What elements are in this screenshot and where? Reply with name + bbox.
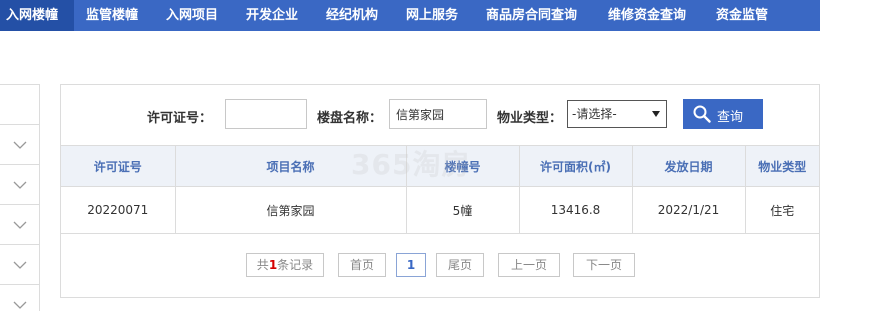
project-label: 楼盘名称： <box>317 111 383 126</box>
current-page[interactable]: 1 <box>396 253 426 277</box>
nav-item-fund-supervision[interactable]: 资金监管 <box>716 0 768 31</box>
pagination: 共1条记录 首页 1 尾页 上一页 下一页 <box>61 253 819 277</box>
nav-item-agencies[interactable]: 经纪机构 <box>326 0 378 31</box>
column-header: 楼幢号 <box>405 145 520 187</box>
results-panel: 许可证号： 楼盘名称： 物业类型： -请选择- 查询 许可证号 项目名称 楼幢号 <box>60 84 820 298</box>
total-count: 1 <box>268 258 278 272</box>
cell-issue-date: 2022/1/21 <box>631 186 746 234</box>
total-prefix: 共 <box>256 258 269 272</box>
chevron-down-icon <box>13 141 27 149</box>
chevron-down-icon <box>13 181 27 189</box>
chevron-down-icon <box>13 261 27 269</box>
column-header: 物业类型 <box>744 145 819 187</box>
nav-item-maintenance-fund-query[interactable]: 维修资金查询 <box>608 0 686 31</box>
column-header: 项目名称 <box>174 145 407 187</box>
results-table: 许可证号 项目名称 楼幢号 许可面积(㎡) 发放日期 物业类型 20220071… <box>61 145 819 234</box>
sidebar-row[interactable] <box>0 165 40 205</box>
query-button[interactable]: 查询 <box>683 99 763 129</box>
table-row[interactable]: 20220071 信第家园 5幢 13416.8 2022/1/21 住宅 <box>61 186 819 234</box>
property-type-label: 物业类型： <box>497 111 563 126</box>
permit-input[interactable] <box>225 99 307 129</box>
column-header: 许可面积(㎡) <box>518 145 633 187</box>
sidebar-row[interactable] <box>0 285 40 325</box>
column-header: 发放日期 <box>631 145 746 187</box>
nav-item-online-services[interactable]: 网上服务 <box>406 0 458 31</box>
nav-item-contract-query[interactable]: 商品房合同查询 <box>486 0 577 31</box>
next-page-button[interactable]: 下一页 <box>573 253 635 277</box>
prev-page-button[interactable]: 上一页 <box>498 253 560 277</box>
sidebar-row[interactable] <box>0 205 40 245</box>
nav-item-network-buildings[interactable]: 入网楼幢 <box>0 0 74 31</box>
nav-item-developers[interactable]: 开发企业 <box>246 0 298 31</box>
cell-permit-area: 13416.8 <box>518 186 633 234</box>
chevron-down-icon <box>13 301 27 309</box>
sidebar-row[interactable] <box>0 85 40 125</box>
nav-item-supervised-buildings[interactable]: 监管楼幢 <box>86 0 138 31</box>
search-bar: 许可证号： 楼盘名称： 物业类型： -请选择- 查询 <box>61 85 819 145</box>
last-page-button[interactable]: 尾页 <box>436 253 484 277</box>
property-type-select[interactable]: -请选择- <box>567 100 667 128</box>
first-page-button[interactable]: 首页 <box>338 253 386 277</box>
sidebar-row[interactable] <box>0 125 40 165</box>
sidebar-row[interactable] <box>0 245 40 285</box>
cell-project-name: 信第家园 <box>174 186 407 234</box>
search-icon <box>693 105 711 123</box>
nav-item-network-projects[interactable]: 入网项目 <box>166 0 218 31</box>
property-type-selected: -请选择- <box>572 107 617 121</box>
chevron-down-icon <box>13 221 27 229</box>
cell-property-type: 住宅 <box>744 186 819 234</box>
dropdown-arrow-icon <box>652 111 660 117</box>
query-button-label: 查询 <box>717 110 744 125</box>
top-nav: 入网楼幢 监管楼幢 入网项目 开发企业 经纪机构 网上服务 商品房合同查询 维修… <box>0 0 820 31</box>
table-header-row: 许可证号 项目名称 楼幢号 许可面积(㎡) 发放日期 物业类型 <box>61 145 819 187</box>
permit-label: 许可证号： <box>147 111 213 126</box>
column-header: 许可证号 <box>61 145 176 187</box>
project-name-input[interactable] <box>389 99 487 129</box>
cell-building-number: 5幢 <box>405 186 520 234</box>
cell-permit-number: 20220071 <box>61 186 176 234</box>
total-suffix: 条记录 <box>277 258 314 272</box>
sidebar <box>0 84 40 311</box>
total-records: 共1条记录 <box>246 253 324 277</box>
